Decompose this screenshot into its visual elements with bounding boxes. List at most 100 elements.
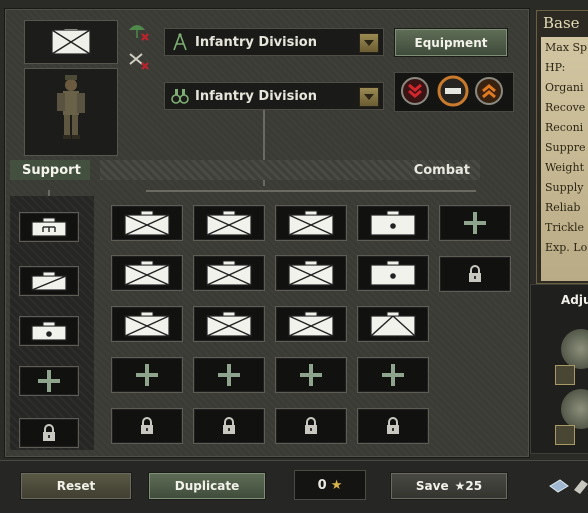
- adjust-panel-label: Adju: [561, 293, 588, 307]
- add-unit-slot[interactable]: [357, 357, 429, 393]
- duplicate-button[interactable]: Duplicate: [148, 472, 266, 500]
- save-button[interactable]: Save ★ 25: [390, 472, 508, 500]
- lock-icon: [387, 417, 399, 434]
- unit-slot[interactable]: [111, 205, 183, 241]
- support-header: Support: [10, 160, 90, 180]
- lock-icon: [141, 417, 153, 434]
- lock-icon: [223, 417, 235, 434]
- unit-slot[interactable]: [275, 306, 347, 342]
- stat-row-label: Organi: [545, 81, 584, 94]
- plus-icon: [300, 364, 322, 386]
- adjust-panel: Adju: [530, 284, 588, 454]
- priority-low-icon[interactable]: [400, 76, 430, 106]
- template-dropdown[interactable]: Infantry Division: [164, 82, 384, 110]
- plus-icon: [382, 364, 404, 386]
- infantry-symbol-icon: [288, 260, 334, 286]
- infantry-symbol-icon: [51, 29, 91, 55]
- lock-icon: [43, 424, 55, 441]
- stat-row-label: Recove: [545, 101, 586, 114]
- infantry-symbol-icon: [124, 210, 170, 236]
- stat-row-label: Exp. Lo: [545, 241, 588, 254]
- soldier-portrait-icon: [25, 69, 117, 155]
- unit-slot[interactable]: [357, 255, 429, 291]
- plus-icon: [136, 364, 158, 386]
- stat-row-label: Reconi: [545, 121, 584, 134]
- reset-button-label: Reset: [56, 479, 96, 493]
- save-button-label: Save: [415, 479, 449, 493]
- unit-slot[interactable]: [111, 306, 183, 342]
- unit-slot[interactable]: [275, 205, 347, 241]
- division-name-dropdown[interactable]: Infantry Division: [164, 28, 384, 56]
- unit-slot[interactable]: [193, 205, 265, 241]
- combat-label: Combat: [413, 162, 470, 178]
- artillery-symbol-icon: [31, 321, 67, 341]
- infantry-symbol-icon: [124, 260, 170, 286]
- adjust-add-icon[interactable]: [555, 425, 575, 445]
- add-unit-slot[interactable]: [111, 357, 183, 393]
- unit-slot[interactable]: [193, 306, 265, 342]
- add-unit-slot[interactable]: [193, 357, 265, 393]
- unit-slot[interactable]: [357, 306, 429, 342]
- star-icon: ★: [330, 477, 343, 493]
- marine-disabled-icon: [129, 53, 149, 70]
- artillery-symbol-icon: [370, 210, 416, 236]
- unit-slot[interactable]: [275, 255, 347, 291]
- combat-connector-line: [146, 190, 476, 192]
- unit-slot[interactable]: [19, 212, 79, 242]
- infantry-symbol-icon: [124, 311, 170, 337]
- locked-slot[interactable]: [111, 408, 183, 444]
- recon-symbol-icon: [31, 271, 67, 291]
- division-icon-box[interactable]: [24, 20, 118, 64]
- infantry-symbol-icon: [206, 311, 252, 337]
- stats-panel: Base Max Sp HP: Organi Recove Reconi Suppre We…: [536, 10, 588, 284]
- artillery-symbol-icon: [370, 260, 416, 286]
- stats-title: Base: [543, 14, 580, 32]
- locked-slot[interactable]: [19, 418, 79, 448]
- add-unit-slot[interactable]: [19, 366, 79, 396]
- equipment-button-label: Equipment: [414, 35, 488, 50]
- unit-slot[interactable]: [19, 316, 79, 346]
- infantry-symbol-icon: [288, 311, 334, 337]
- adjust-add-icon[interactable]: [555, 365, 575, 385]
- cost-value: 0: [317, 477, 327, 493]
- lock-icon: [305, 417, 317, 434]
- unit-slot[interactable]: [193, 255, 265, 291]
- cost-display: 0 ★: [294, 470, 366, 500]
- compass-icon: [173, 33, 187, 51]
- locked-slot[interactable]: [193, 408, 265, 444]
- infantry-symbol-icon: [206, 210, 252, 236]
- infantry-symbol-icon: [288, 210, 334, 236]
- stat-row-label: Weight: [545, 161, 584, 174]
- locked-slot[interactable]: [275, 408, 347, 444]
- dropdown-arrow-icon[interactable]: [359, 33, 379, 53]
- add-unit-slot[interactable]: [275, 357, 347, 393]
- adjust-portrait[interactable]: [561, 329, 588, 369]
- equipment-button[interactable]: Equipment: [394, 28, 508, 57]
- adjust-portrait[interactable]: [561, 389, 588, 429]
- stats-body: Max Sp HP: Organi Recove Reconi Suppre Weight S…: [541, 37, 588, 281]
- star-icon: ★: [454, 479, 466, 493]
- engineer-symbol-icon: [31, 217, 67, 237]
- priority-normal-icon[interactable]: [436, 74, 470, 108]
- template-name-text: Infantry Division: [195, 88, 317, 104]
- unit-slot[interactable]: [111, 255, 183, 291]
- stat-row-label: HP:: [545, 61, 566, 74]
- plus-icon: [218, 364, 240, 386]
- unit-slot[interactable]: [19, 266, 79, 296]
- plus-icon: [464, 212, 486, 234]
- stat-row-label: Reliab: [545, 201, 581, 214]
- locked-slot[interactable]: [439, 256, 511, 292]
- division-portrait[interactable]: [24, 68, 118, 156]
- stat-row-label: Trickle: [545, 221, 584, 234]
- infantry-symbol-icon: [206, 260, 252, 286]
- duplicate-button-label: Duplicate: [174, 479, 240, 493]
- save-cost-value: 25: [465, 479, 483, 493]
- priority-high-icon[interactable]: [474, 76, 504, 106]
- reset-button[interactable]: Reset: [20, 472, 132, 500]
- resource-icons: [549, 479, 588, 494]
- template-binoculars-icon: [171, 89, 189, 104]
- unit-slot[interactable]: [357, 205, 429, 241]
- locked-slot[interactable]: [357, 408, 429, 444]
- add-unit-slot[interactable]: [439, 205, 511, 241]
- dropdown-arrow-icon[interactable]: [359, 87, 379, 107]
